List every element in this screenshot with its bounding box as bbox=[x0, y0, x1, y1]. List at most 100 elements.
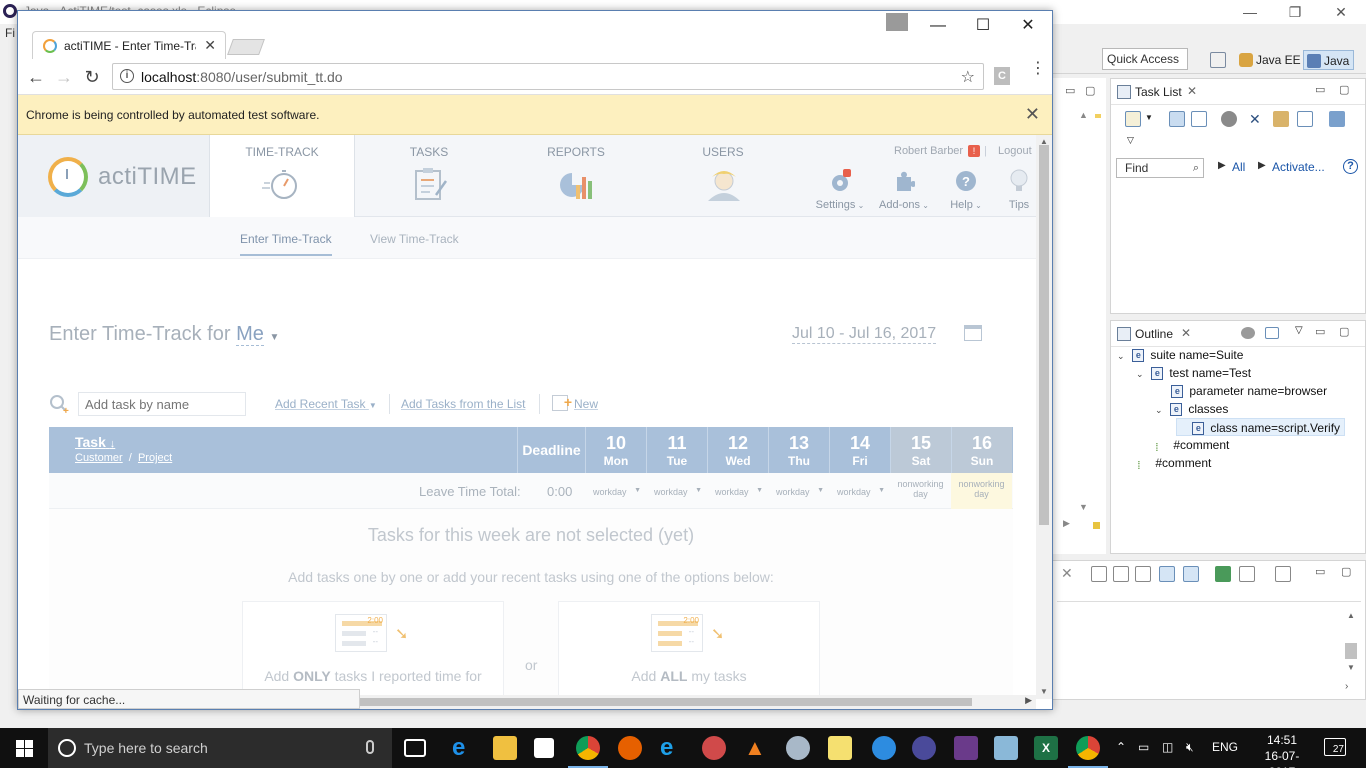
profile-icon[interactable] bbox=[886, 13, 908, 31]
close-infobar-icon[interactable]: ✕ bbox=[1025, 104, 1040, 125]
minimize-icon[interactable]: ▭ bbox=[1315, 325, 1325, 338]
network-icon[interactable]: ◫ bbox=[1162, 740, 1173, 754]
sticky-notes-icon[interactable] bbox=[828, 736, 852, 760]
scroll-right-icon[interactable]: ▶ bbox=[1063, 518, 1070, 529]
calendar-icon[interactable] bbox=[964, 325, 982, 341]
task-list-title[interactable]: Task List bbox=[1135, 85, 1182, 99]
outline-item[interactable]: ⁞ #comment bbox=[1122, 454, 1211, 472]
close-tab-icon[interactable]: ✕ bbox=[204, 37, 216, 54]
snipping-tool-icon[interactable] bbox=[702, 736, 726, 760]
back-arrow-icon[interactable]: ← bbox=[26, 67, 46, 87]
battery-icon[interactable]: ▭ bbox=[1138, 740, 1149, 754]
toolbar-icon[interactable] bbox=[1091, 566, 1107, 582]
chrome-menu-icon[interactable]: ⋮ bbox=[1030, 61, 1046, 77]
addons-button[interactable]: Add-ons ⌄ bbox=[879, 169, 929, 211]
horizontal-scrollbar[interactable]: ▶ bbox=[360, 695, 1036, 709]
tab-time-track[interactable]: TIME-TRACK bbox=[209, 135, 355, 219]
vertical-scrollbar[interactable]: ▲ ▼ bbox=[1036, 135, 1052, 699]
internet-explorer-icon[interactable]: e bbox=[660, 736, 684, 760]
game-icon[interactable] bbox=[954, 736, 978, 760]
eclipse-menu-file[interactable]: Fi bbox=[5, 26, 15, 40]
new-tab-button[interactable] bbox=[227, 39, 265, 55]
task-list-all-link[interactable]: All bbox=[1232, 160, 1245, 174]
close-button[interactable]: ✕ bbox=[1008, 15, 1048, 37]
action-center-icon[interactable]: 27 bbox=[1324, 738, 1346, 756]
extension-icon[interactable]: C bbox=[994, 67, 1010, 85]
outline-item[interactable]: ⌄ e suite name=Suite bbox=[1117, 346, 1243, 364]
clear-icon[interactable]: ✕ bbox=[1061, 565, 1077, 581]
scrollbar-thumb[interactable] bbox=[1345, 643, 1357, 659]
user-selector[interactable]: Me bbox=[236, 323, 264, 346]
tips-button[interactable]: Tips bbox=[995, 169, 1036, 211]
toolbar-icon[interactable] bbox=[1215, 566, 1231, 582]
collapse-all-icon[interactable] bbox=[1265, 327, 1279, 339]
user-name[interactable]: Robert Barber bbox=[894, 145, 963, 157]
scroll-up-icon[interactable]: ▲ bbox=[1347, 611, 1355, 620]
minimize-icon[interactable]: ▭ bbox=[1065, 84, 1075, 97]
eclipse-restore-button[interactable]: ❐ bbox=[1272, 2, 1318, 22]
minimize-icon[interactable]: ▭ bbox=[1315, 83, 1325, 96]
task-view-icon[interactable] bbox=[404, 739, 426, 757]
open-console-icon[interactable] bbox=[1275, 566, 1291, 582]
close-icon[interactable]: ✕ bbox=[1187, 84, 1197, 98]
scheduled-icon[interactable] bbox=[1191, 111, 1207, 127]
eclipse-icon[interactable] bbox=[912, 736, 936, 760]
synchronize-icon[interactable] bbox=[1273, 111, 1289, 127]
focus-icon[interactable] bbox=[1221, 111, 1237, 127]
view-menu-icon[interactable]: ▽ bbox=[1127, 135, 1134, 146]
show-hidden-icons[interactable]: ⌃ bbox=[1116, 740, 1126, 754]
eclipse-minimize-button[interactable]: — bbox=[1227, 2, 1273, 22]
new-task-icon[interactable] bbox=[1125, 111, 1141, 127]
scrollbar-thumb[interactable] bbox=[360, 698, 972, 706]
hide-completed-icon[interactable]: ✕ bbox=[1249, 111, 1265, 127]
day-type-select[interactable]: workday ▼ bbox=[585, 473, 646, 509]
help-button[interactable]: ? Help ⌄ bbox=[941, 169, 991, 211]
outline-item[interactable]: e class name=script.Verify bbox=[1176, 418, 1346, 436]
maximize-button[interactable]: ☐ bbox=[963, 15, 1003, 37]
close-icon[interactable]: ✕ bbox=[1181, 326, 1191, 340]
outline-item[interactable]: ⁞ #comment bbox=[1140, 436, 1229, 454]
perspective-java[interactable]: Java bbox=[1303, 50, 1355, 70]
scroll-up-icon[interactable]: ▲ bbox=[1079, 110, 1088, 120]
file-explorer-icon[interactable] bbox=[493, 736, 517, 760]
scroll-right-icon[interactable]: › bbox=[1345, 681, 1348, 692]
add-reported-tasks-card[interactable]: 2:00 -- -- ➘ Add ONLY tasks I reported t… bbox=[242, 601, 504, 699]
help-icon[interactable]: ? bbox=[1343, 159, 1358, 174]
categorized-icon[interactable] bbox=[1169, 111, 1185, 127]
toolbar-icon[interactable] bbox=[1135, 566, 1151, 582]
add-tasks-from-list-link[interactable]: Add Tasks from the List bbox=[401, 397, 526, 411]
tab-tasks[interactable]: TASKS bbox=[392, 135, 466, 217]
quick-access-input[interactable]: Quick Access bbox=[1102, 48, 1188, 70]
project-sort-link[interactable]: Project bbox=[138, 452, 172, 464]
perspective-java-ee[interactable]: Java EE bbox=[1236, 50, 1305, 70]
chrome-icon[interactable] bbox=[1068, 736, 1108, 768]
toolbar-icon[interactable] bbox=[1159, 566, 1175, 582]
add-all-tasks-card[interactable]: 2:00 -- -- ➘ Add ALL my tasks bbox=[558, 601, 820, 699]
settings-button[interactable]: Settings ⌄ bbox=[815, 169, 865, 211]
task-repo-icon[interactable] bbox=[1329, 111, 1345, 127]
reload-icon[interactable]: ↻ bbox=[82, 67, 102, 87]
logout-link[interactable]: Logout bbox=[998, 145, 1032, 157]
week-date-range[interactable]: Jul 10 - Jul 16, 2017 bbox=[792, 325, 937, 344]
excel-icon[interactable]: X bbox=[1034, 736, 1058, 760]
eclipse-close-button[interactable]: ✕ bbox=[1318, 2, 1364, 22]
day-type-select[interactable]: workday ▼ bbox=[768, 473, 829, 509]
app-icon[interactable] bbox=[994, 736, 1018, 760]
edge-icon[interactable]: e bbox=[452, 736, 476, 760]
skype-icon[interactable] bbox=[872, 736, 896, 760]
subnav-enter-time-track[interactable]: Enter Time-Track bbox=[240, 232, 332, 256]
outline-title[interactable]: Outline bbox=[1135, 327, 1173, 341]
day-type-select[interactable]: workday ▼ bbox=[646, 473, 707, 509]
day-type-select[interactable]: workday ▼ bbox=[829, 473, 890, 509]
vlc-icon[interactable]: ▲ bbox=[744, 736, 768, 760]
new-task-link[interactable]: New bbox=[574, 397, 598, 411]
sort-icon[interactable] bbox=[1241, 327, 1255, 339]
microphone-icon[interactable] bbox=[366, 740, 374, 754]
display-console-icon[interactable] bbox=[1239, 566, 1255, 582]
toolbar-icon[interactable] bbox=[1113, 566, 1129, 582]
actitime-logo[interactable]: actiTIME bbox=[18, 135, 210, 217]
scroll-down-icon[interactable]: ▼ bbox=[1040, 687, 1048, 696]
paint-icon[interactable] bbox=[786, 736, 810, 760]
address-bar[interactable]: i localhost:8080/user/submit_tt.do ☆ bbox=[112, 63, 984, 90]
collapse-all-icon[interactable] bbox=[1297, 111, 1313, 127]
